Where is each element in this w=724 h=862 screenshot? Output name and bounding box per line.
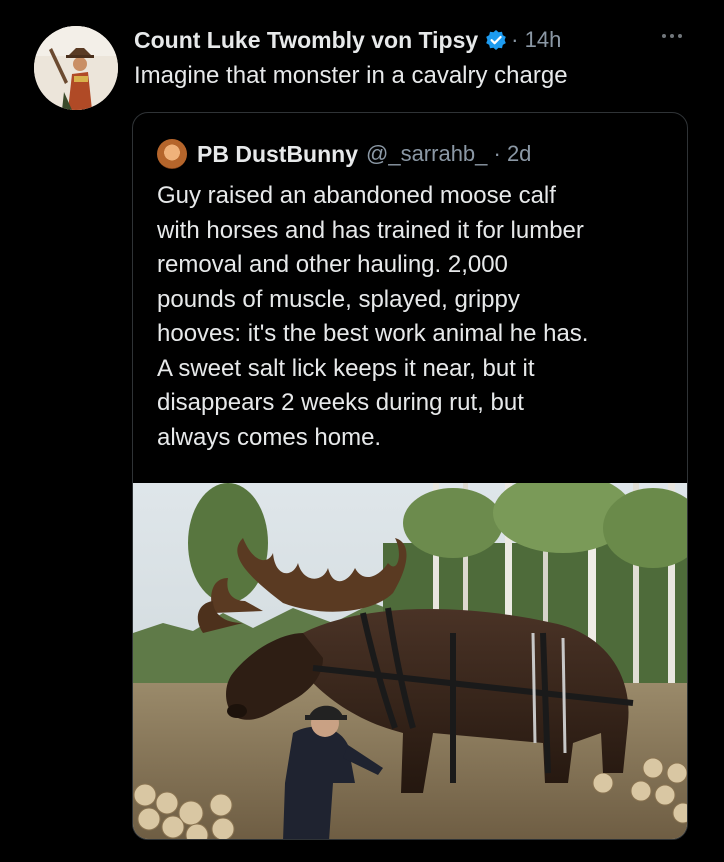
tweet-text: Imagine that monster in a cavalry charge [134, 62, 568, 89]
quoted-tweet-text: Guy raised an abandoned moose calf with … [157, 179, 677, 455]
quoted-text-line: always comes home. [157, 423, 382, 451]
verified-badge-icon [485, 29, 507, 51]
author-display-name[interactable]: Count Luke Twombly von Tipsy [134, 27, 478, 54]
author-avatar[interactable] [34, 26, 118, 110]
quoted-author-avatar[interactable] [157, 139, 187, 169]
quoted-tweet-header: PB DustBunny @_sarrahb_ · 2d [157, 139, 531, 169]
more-options-icon[interactable] [657, 26, 687, 46]
tweet-timestamp[interactable]: · 14h [511, 27, 561, 53]
moose-photo[interactable] [133, 483, 687, 839]
quoted-text-line: A sweet salt lick keeps it near, but it [157, 354, 535, 382]
quoted-text-line: with horses and has trained it for lumbe… [157, 216, 584, 244]
tweet-header: Count Luke Twombly von Tipsy · 14h [134, 24, 561, 56]
quoted-author-display-name[interactable]: PB DustBunny [197, 141, 358, 168]
quoted-text-line: pounds of muscle, splayed, grippy [157, 285, 520, 313]
quoted-text-line: disappears 2 weeks during rut, but [157, 389, 524, 416]
quoted-author-handle-time[interactable]: @_sarrahb_ · 2d [366, 141, 531, 167]
quoted-tweet[interactable]: PB DustBunny @_sarrahb_ · 2d Guy raised … [132, 112, 688, 840]
quoted-text-line: removal and other hauling. 2,000 [157, 251, 508, 278]
quoted-text-line: Guy raised an abandoned moose calf [157, 182, 556, 209]
tweet: Count Luke Twombly von Tipsy · 14h Imagi… [0, 0, 724, 862]
quoted-text-line: hooves: it's the best work animal he has… [157, 320, 589, 347]
